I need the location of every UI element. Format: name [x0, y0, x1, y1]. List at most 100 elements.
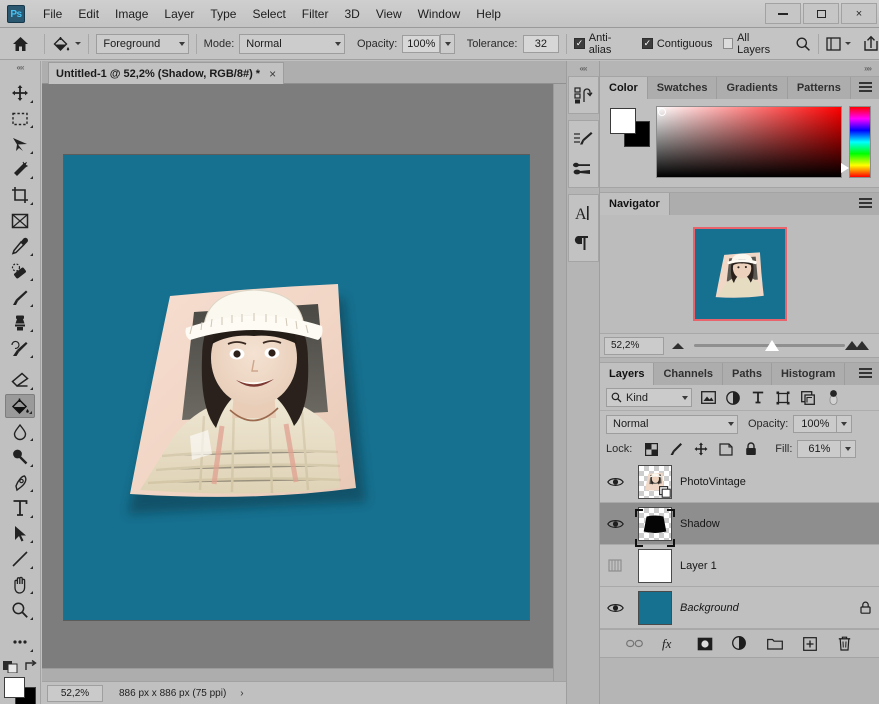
- new-layer-button[interactable]: [801, 635, 818, 652]
- zoom-slider-thumb[interactable]: [765, 340, 779, 351]
- brush-tool[interactable]: [5, 285, 35, 310]
- search-button[interactable]: [795, 36, 811, 52]
- move-tool[interactable]: [5, 81, 35, 106]
- paragraph-panel-button[interactable]: [569, 228, 597, 258]
- zoom-out-icon[interactable]: [672, 343, 684, 349]
- new-group-button[interactable]: [766, 635, 783, 652]
- tab-patterns[interactable]: Patterns: [788, 77, 851, 99]
- filter-type-icon[interactable]: [750, 390, 766, 406]
- opacity-dropdown[interactable]: [440, 34, 454, 54]
- menu-edit[interactable]: Edit: [70, 4, 107, 24]
- history-brush-tool[interactable]: [5, 336, 35, 361]
- filter-smartobject-icon[interactable]: [800, 390, 816, 406]
- menu-file[interactable]: File: [35, 4, 70, 24]
- tool-preset-picker[interactable]: [51, 35, 81, 53]
- screen-mode-icon[interactable]: [24, 659, 38, 673]
- image-canvas[interactable]: [64, 155, 529, 620]
- lock-position-icon[interactable]: [693, 441, 709, 457]
- opacity-input[interactable]: 100%: [402, 35, 440, 53]
- history-panel-button[interactable]: [569, 80, 597, 110]
- tab-channels[interactable]: Channels: [654, 363, 723, 385]
- menu-layer[interactable]: Layer: [156, 4, 202, 24]
- lock-all-icon[interactable]: [743, 441, 759, 457]
- menu-type[interactable]: Type: [202, 4, 244, 24]
- paint-bucket-tool[interactable]: [5, 394, 35, 419]
- layer-thumbnail-cell[interactable]: [630, 549, 680, 583]
- blur-tool[interactable]: [5, 419, 35, 444]
- table-row[interactable]: Background: [600, 587, 879, 629]
- layer-mask-button[interactable]: [696, 635, 713, 652]
- layer-kind-filter-select[interactable]: Kind: [606, 388, 692, 407]
- all-layers-checkbox[interactable]: All Layers: [723, 32, 784, 56]
- minimize-button[interactable]: [765, 3, 801, 24]
- menu-select[interactable]: Select: [244, 4, 293, 24]
- zoom-tool[interactable]: [5, 598, 35, 623]
- anti-alias-checkbox[interactable]: Anti-alias: [574, 32, 632, 56]
- menu-help[interactable]: Help: [468, 4, 509, 24]
- layer-visibility-toggle[interactable]: [600, 545, 630, 586]
- filter-toggle-icon[interactable]: [825, 390, 841, 406]
- workspace-button[interactable]: [826, 37, 851, 51]
- table-row[interactable]: Layer 1: [600, 545, 879, 587]
- document-canvas-area[interactable]: [42, 84, 566, 681]
- maximize-button[interactable]: [803, 3, 839, 24]
- delete-layer-button[interactable]: [836, 635, 853, 652]
- menu-window[interactable]: Window: [410, 4, 469, 24]
- path-selection-tool[interactable]: [5, 522, 35, 547]
- pen-tool[interactable]: [5, 471, 35, 496]
- tab-color[interactable]: Color: [600, 77, 648, 99]
- table-row[interactable]: PhotoVintage: [600, 461, 879, 503]
- lock-image-pixels-icon[interactable]: [668, 441, 684, 457]
- status-expand-arrow[interactable]: ›: [240, 688, 243, 699]
- hue-thumb[interactable]: [841, 163, 849, 173]
- share-button[interactable]: [863, 35, 879, 52]
- tolerance-input[interactable]: 32: [523, 35, 560, 53]
- magic-wand-tool[interactable]: [5, 158, 35, 183]
- eyedropper-tool[interactable]: [5, 234, 35, 259]
- menu-view[interactable]: View: [368, 4, 410, 24]
- layer-style-button[interactable]: fx: [661, 635, 678, 652]
- marquee-tool[interactable]: [5, 107, 35, 132]
- crop-tool[interactable]: [5, 183, 35, 208]
- navigator-zoom-slider[interactable]: [672, 335, 871, 357]
- layers-panel-menu-button[interactable]: [859, 368, 872, 380]
- quick-mask-icon[interactable]: [3, 659, 18, 673]
- table-row[interactable]: Shadow: [600, 503, 879, 545]
- document-tab[interactable]: Untitled-1 @ 52,2% (Shadow, RGB/8#) * ×: [48, 62, 284, 84]
- color-panel-menu-button[interactable]: [859, 82, 872, 94]
- tab-layers[interactable]: Layers: [600, 363, 654, 385]
- layer-name[interactable]: PhotoVintage: [680, 476, 851, 488]
- color-panel-swatches[interactable]: [608, 106, 650, 146]
- color-ramp[interactable]: [656, 106, 842, 178]
- close-icon[interactable]: ×: [269, 67, 276, 81]
- layer-blend-mode-select[interactable]: Normal: [606, 415, 738, 434]
- zoom-in-icon[interactable]: [849, 341, 869, 350]
- close-button[interactable]: ×: [841, 3, 877, 24]
- foreground-color-swatch[interactable]: [4, 677, 25, 698]
- menu-image[interactable]: Image: [107, 4, 156, 24]
- layer-thumbnail-cell[interactable]: [630, 465, 680, 499]
- icon-dock-collapse-button[interactable]: ««: [567, 61, 599, 76]
- layer-opacity-dropdown[interactable]: [837, 415, 852, 433]
- lock-transparent-pixels-icon[interactable]: [643, 441, 659, 457]
- document-vertical-scrollbar[interactable]: [553, 84, 566, 681]
- layer-visibility-toggle[interactable]: [600, 461, 630, 502]
- adjustment-layer-button[interactable]: [731, 635, 748, 652]
- layer-name[interactable]: Shadow: [680, 518, 851, 530]
- layer-opacity-input[interactable]: 100%: [793, 415, 837, 433]
- eraser-tool[interactable]: [5, 368, 35, 393]
- brushes-panel-button[interactable]: [569, 154, 597, 184]
- filter-shape-icon[interactable]: [775, 390, 791, 406]
- healing-brush-tool[interactable]: [5, 260, 35, 285]
- foreground-color-swatch[interactable]: [610, 108, 636, 134]
- blend-mode-select[interactable]: Normal: [239, 34, 345, 54]
- type-tool[interactable]: [5, 496, 35, 521]
- tab-swatches[interactable]: Swatches: [648, 77, 718, 99]
- panels-collapse-button[interactable]: »»: [600, 61, 879, 76]
- layer-thumbnail-cell[interactable]: [630, 591, 680, 625]
- hue-strip[interactable]: [849, 106, 871, 178]
- navigator-zoom-field[interactable]: 52,2%: [604, 337, 664, 355]
- hand-tool[interactable]: [5, 573, 35, 598]
- menu-filter[interactable]: Filter: [294, 4, 337, 24]
- dodge-tool[interactable]: [5, 445, 35, 470]
